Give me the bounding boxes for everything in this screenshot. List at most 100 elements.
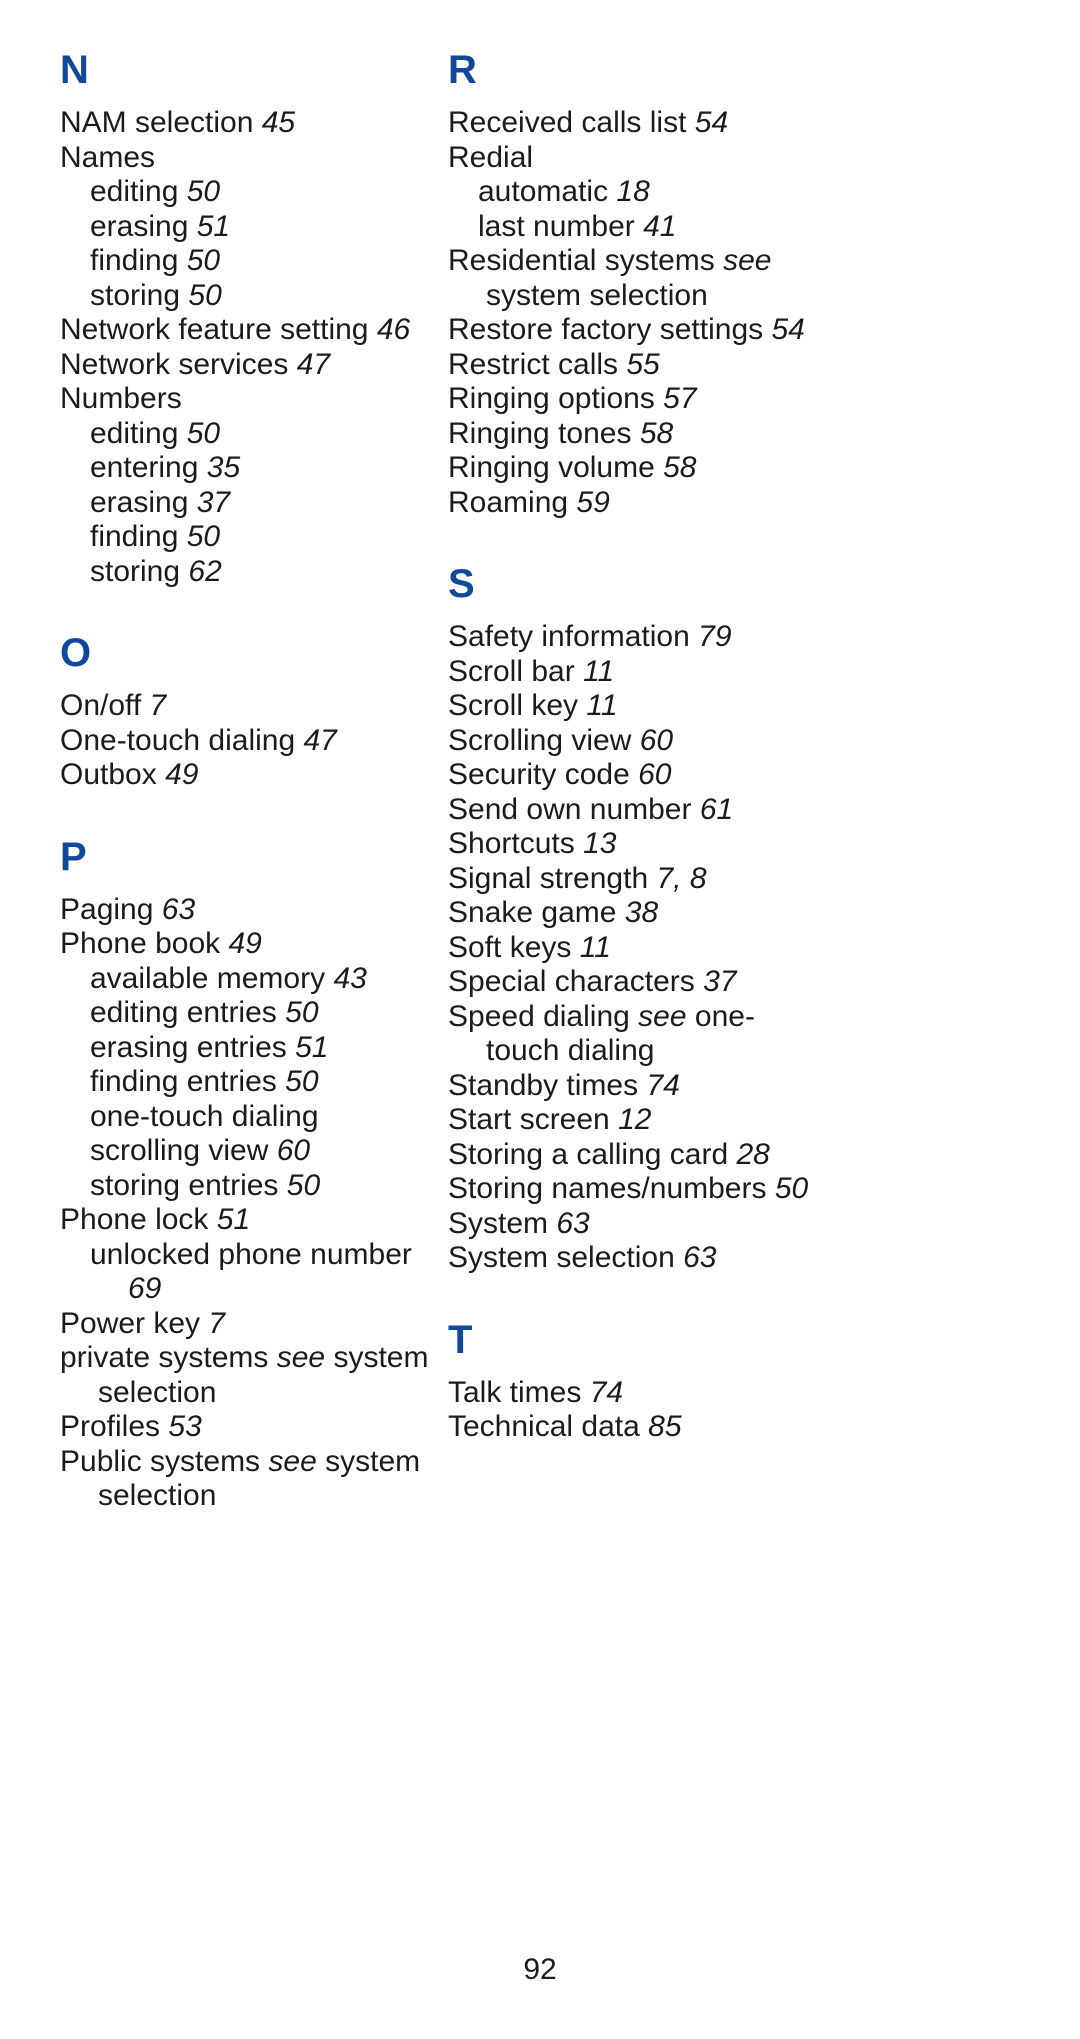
index-entry-label: unlocked phone number [90, 1237, 412, 1271]
index-entry-label: editing [90, 175, 179, 208]
index-entry: Storing names/numbers 50 [448, 1172, 818, 1207]
index-entry: Ringing tones 58 [448, 417, 818, 452]
index-entry-page: 11 [586, 689, 618, 722]
index-entry-page: 28 [736, 1137, 770, 1171]
index-entry-label: available memory [90, 961, 326, 995]
index-entry: Talk times 74 [448, 1376, 818, 1411]
index-entry: Network feature setting 46 [60, 313, 430, 348]
index-entry: one-touch dialing [60, 1100, 430, 1135]
index-entry-label: Send own number [448, 792, 692, 826]
index-entry: Scrolling view 60 [448, 724, 818, 759]
index-entry-page: 51 [216, 1203, 251, 1236]
index-entry-label: one-touch dialing [90, 1099, 319, 1133]
index-entry-label: Signal strength [448, 861, 649, 895]
index-entry-label: Scroll bar [448, 654, 575, 688]
index-entry-page: 7, 8 [656, 861, 707, 895]
index-entry-page: 85 [648, 1410, 682, 1443]
index-entry-page: 38 [624, 896, 659, 929]
index-section-entries: Paging 63 Phone book 49 available memory 4… [60, 893, 430, 1514]
index-entry-page: 50 [285, 996, 319, 1029]
index-entry-label: erasing [90, 485, 189, 519]
index-section-entries: Received calls list 54 Redial automatic 18… [448, 106, 818, 520]
index-letter-heading: O [60, 631, 92, 675]
index-entry-page: 74 [646, 1068, 680, 1102]
index-entry-label: editing entries [90, 996, 277, 1029]
index-entry: storing entries 50 [60, 1169, 430, 1204]
index-entry-label: Talk times [448, 1375, 582, 1409]
index-entry-page: 54 [771, 313, 805, 346]
index-entry-label: storing [90, 554, 181, 588]
index-entry: Security code 60 [448, 758, 818, 793]
index-entry-label: Technical data [448, 1410, 640, 1443]
index-entry-page: 47 [296, 347, 331, 381]
index-entry-label: Phone book [60, 927, 221, 960]
index-entry-page: 37 [703, 965, 737, 998]
index-entry: Standby times 74 [448, 1069, 818, 1104]
index-entry-page: 51 [295, 1030, 329, 1064]
index-entry: Public systems see system selection [60, 1445, 430, 1514]
index-entry-label: Ringing tones [448, 416, 632, 450]
index-entry-page: 74 [589, 1375, 624, 1409]
index-entry-label: scrolling view [90, 1134, 269, 1167]
index-entry: erasing entries 51 [60, 1031, 430, 1066]
index-entry-page: 18 [616, 175, 650, 208]
index-entry-label: Soft keys [448, 930, 572, 964]
index-entry: Received calls list 54 [448, 106, 818, 141]
index-entry: editing 50 [60, 175, 430, 210]
index-entry: finding 50 [60, 244, 430, 279]
index-entry-label: Phone lock [60, 1203, 209, 1236]
index-entry: Signal strength 7, 8 [448, 862, 818, 897]
index-entry-label: Security code [448, 758, 630, 791]
index-entry-page: 50 [186, 416, 221, 450]
index-entry-page: 60 [276, 1134, 311, 1167]
index-entry: storing 50 [60, 279, 430, 314]
index-entry: Ringing options 57 [448, 382, 818, 417]
index-letter-heading: R [448, 48, 477, 92]
index-column-right: R Received calls list 54 Redial automatic 1… [448, 50, 818, 1445]
index-entry: unlocked phone number 69 [60, 1238, 430, 1307]
index-entry-label: System selection [448, 1241, 675, 1274]
index-entry: System selection 63 [448, 1241, 818, 1276]
index-entry: Restore factory settings 54 [448, 313, 818, 348]
index-entry: Paging 63 [60, 893, 430, 928]
index-entry: Phone lock 51 [60, 1203, 430, 1238]
index-entry-page: 58 [639, 416, 674, 450]
index-entry-label: erasing [90, 209, 189, 243]
index-entry-page: 43 [333, 961, 367, 995]
index-entry-page: 60 [639, 723, 674, 757]
index-see-marker: see [638, 999, 687, 1033]
index-entry-page: 12 [618, 1103, 652, 1136]
index-entry: NAM selection 45 [60, 106, 430, 141]
index-entry-label: Profiles [60, 1410, 161, 1443]
index-entry-page: 54 [694, 106, 729, 139]
index-entry-label: finding [90, 520, 179, 553]
index-entry-page: 45 [261, 106, 296, 139]
index-entry: Storing a calling card 28 [448, 1138, 818, 1173]
index-entry: Soft keys 11 [448, 931, 818, 966]
index-entry-label: finding entries [90, 1065, 277, 1098]
index-entry-page: 7 [149, 689, 167, 722]
index-entry-page: 60 [638, 758, 672, 791]
index-entry-page: 50 [188, 278, 222, 312]
index-entry-label: Safety information [448, 620, 690, 653]
index-entry-page: 63 [556, 1206, 590, 1240]
index-entry-label: private systems [60, 1341, 269, 1374]
index-entry: Profiles 53 [60, 1410, 430, 1445]
index-entry: available memory 43 [60, 962, 430, 997]
index-entry-page: 61 [699, 792, 734, 826]
index-entry-label: Network services [60, 347, 289, 381]
index-entry-page: 37 [196, 485, 231, 519]
index-entry-label: Redial [448, 140, 534, 174]
index-entry-label: storing [90, 278, 181, 312]
index-entry-label: Ringing volume [448, 451, 655, 484]
index-section-entries: Talk times 74 Technical data 85 [448, 1376, 818, 1445]
index-entry: On/off 7 [60, 689, 430, 724]
index-entry: scrolling view 60 [60, 1134, 430, 1169]
index-entry: Phone book 49 [60, 927, 430, 962]
index-entry-page: 49 [228, 927, 262, 960]
index-entry-label: last number [478, 209, 635, 243]
index-entry: Technical data 85 [448, 1410, 818, 1445]
index-entry: Send own number 61 [448, 793, 818, 828]
index-entry-page: 7 [208, 1306, 226, 1340]
index-entry-label: Special characters [448, 965, 695, 998]
